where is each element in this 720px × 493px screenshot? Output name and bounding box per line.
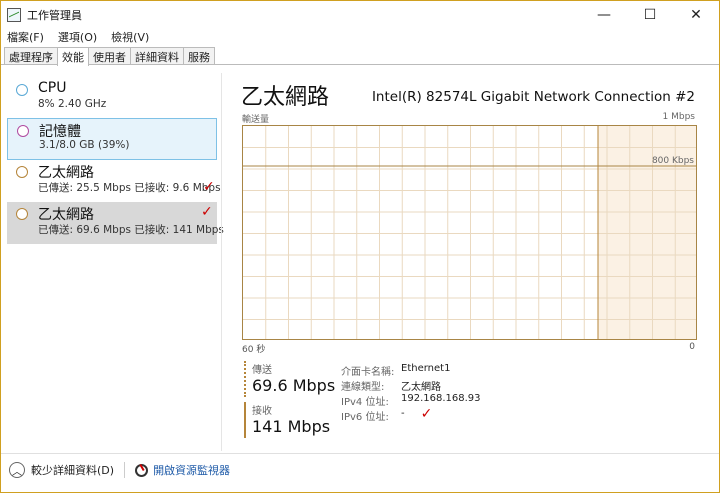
tab-performance[interactable]: 效能 [57,47,89,66]
resource-cpu[interactable]: CPU 8% 2.40 GHz [7,78,217,120]
chevron-up-icon[interactable]: ︿ [9,462,25,478]
property-row: 連線類型: 乙太網路 [341,378,481,393]
ethernet-status-icon [16,208,28,220]
property-key: 介面卡名稱: [341,367,395,378]
send-label: 傳送 [252,365,272,376]
check-mark-icon: ✓ [203,179,215,195]
resource-ethernet-2[interactable]: 乙太網路 已傳送: 69.6 Mbps 已接收: 141 Mbps ✓ [7,202,224,244]
menu-bar: 檔案(F) 選項(O) 檢視(V) [5,29,151,45]
property-key: IPv4 位址: [341,397,389,408]
adapter-properties: 介面卡名稱: Ethernet1 連線類型: 乙太網路 IPv4 位址: 192… [341,363,481,423]
window-controls: — ☐ ✕ [581,1,719,29]
send-stat: 傳送 69.6 Mbps [244,361,335,397]
resource-memory[interactable]: 記憶體 3.1/8.0 GB (39%) [7,118,217,160]
menu-options[interactable]: 選項(O) [56,29,99,45]
resource-monitor-icon[interactable] [135,463,149,477]
property-key: IPv6 位址: [341,412,389,423]
property-value: 192.168.168.93 [401,393,481,404]
resource-detail: 3.1/8.0 GB (39%) [39,139,130,151]
tab-strip: 處理程序 效能 使用者 詳細資料 服務 [4,47,215,66]
task-manager-window: 工作管理員 — ☐ ✕ 檔案(F) 選項(O) 檢視(V) 處理程序 效能 使用… [0,0,720,493]
resource-ethernet-1[interactable]: 乙太網路 已傳送: 25.5 Mbps 已接收: 9.6 Mbps ✓ [7,160,221,202]
resource-detail: 已傳送: 69.6 Mbps 已接收: 141 Mbps [38,224,224,236]
window-title: 工作管理員 [27,9,82,22]
resource-name: 記憶體 [39,124,81,140]
tab-divider [1,64,719,65]
receive-label: 接收 [252,406,272,417]
menu-view[interactable]: 檢視(V) [109,29,151,45]
pane-divider [221,73,222,451]
detail-title: 乙太網路 [241,85,330,110]
tab-details[interactable]: 詳細資料 [130,47,184,65]
graph-max-label: 1 Mbps [662,112,695,122]
axis-zero-label: 0 [689,342,695,352]
menu-file[interactable]: 檔案(F) [5,29,46,45]
axis-time-label: 60 秒 [242,345,266,355]
memory-status-icon [17,125,29,137]
resource-list: CPU 8% 2.40 GHz 記憶體 3.1/8.0 GB (39%) 乙太網… [7,78,224,448]
check-mark-icon: ✓ [201,204,213,220]
resource-detail: 已傳送: 25.5 Mbps 已接收: 9.6 Mbps [38,182,221,194]
task-manager-icon [7,8,21,22]
resource-name: 乙太網路 [38,207,94,223]
property-row: 介面卡名稱: Ethernet1 [341,363,481,378]
throughput-graph: 800 Kbps [242,125,697,340]
graph-scale-label: 800 Kbps [651,156,694,166]
tab-services[interactable]: 服務 [183,47,215,65]
graph-label: 輸送量 [242,115,270,125]
resource-name: 乙太網路 [38,165,94,181]
property-row: IPv4 位址: 192.168.168.93 [341,393,481,408]
check-mark-icon: ✓ [420,406,433,422]
send-value: 69.6 Mbps [252,376,336,395]
receive-stat: 接收 141 Mbps [244,402,330,438]
bottom-bar: ︿ 較少詳細資料(D) 開啟資源監視器 [9,462,230,478]
property-value: 乙太網路 [401,382,441,393]
resource-detail: 8% 2.40 GHz [38,98,107,110]
property-key: 連線類型: [341,382,385,393]
title-bar[interactable]: 工作管理員 — ☐ ✕ [1,1,719,29]
bottom-divider [1,453,719,454]
resource-name: CPU [38,80,67,96]
separator [124,462,126,478]
tab-processes[interactable]: 處理程序 [4,47,58,65]
tab-users[interactable]: 使用者 [88,47,131,65]
property-row: IPv6 位址: - ✓ [341,406,481,423]
minimize-icon[interactable]: — [581,1,627,29]
close-icon[interactable]: ✕ [673,1,719,29]
property-value: - [401,408,405,419]
property-value: Ethernet1 [401,363,451,374]
cpu-status-icon [16,84,28,96]
fewer-details-button[interactable]: 較少詳細資料(D) [31,462,114,478]
ethernet-status-icon [16,166,28,178]
open-resource-monitor-link[interactable]: 開啟資源監視器 [153,462,230,478]
graph-grid [243,126,696,339]
adapter-name: Intel(R) 82574L Gigabit Network Connecti… [371,89,695,105]
maximize-icon[interactable]: ☐ [627,1,673,29]
receive-value: 141 Mbps [252,417,331,436]
